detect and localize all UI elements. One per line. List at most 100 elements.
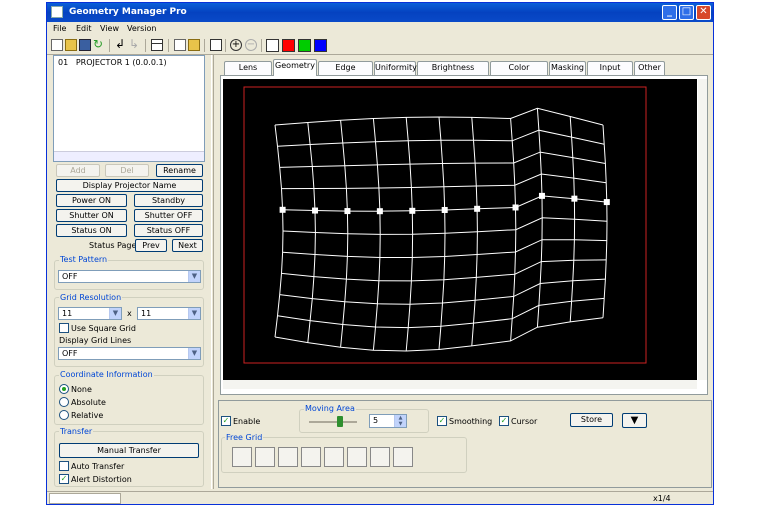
free-grid-right-icon[interactable] — [324, 447, 344, 467]
free-grid-corner-icon[interactable] — [232, 447, 252, 467]
grid-control-point[interactable] — [538, 192, 545, 199]
green-pattern-swatch[interactable] — [298, 39, 311, 52]
screen-icon[interactable] — [210, 39, 222, 51]
grid-control-point[interactable] — [376, 208, 383, 215]
test-pattern-select[interactable]: OFF ▼ — [58, 270, 201, 283]
standby-button[interactable]: Standby — [134, 194, 203, 207]
store-options-arrow-icon[interactable]: ▼ — [622, 413, 647, 428]
canvas-vertical-scrollbar[interactable] — [698, 79, 707, 380]
free-grid-bottom-icon[interactable] — [278, 447, 298, 467]
list-icon[interactable] — [151, 39, 163, 51]
tab-masking[interactable]: Masking — [549, 61, 586, 75]
status-on-button[interactable]: Status ON — [56, 224, 127, 237]
menu-view[interactable]: View — [100, 24, 119, 33]
zoom-out-icon[interactable]: − — [245, 39, 257, 51]
status-off-button[interactable]: Status OFF — [134, 224, 203, 237]
tab-lens-setting[interactable]: Lens Setting — [224, 61, 272, 84]
alert-distortion-checkbox[interactable]: ✓ — [59, 474, 69, 484]
red-pattern-swatch[interactable] — [282, 39, 295, 52]
next-button[interactable]: Next — [172, 239, 203, 252]
close-button[interactable]: ✕ — [696, 5, 711, 20]
splitter[interactable] — [211, 55, 214, 489]
geometry-canvas[interactable] — [223, 79, 697, 380]
prev-button[interactable]: Prev — [135, 239, 167, 252]
redo-icon[interactable]: ↳ — [129, 38, 141, 51]
tab-color-matching[interactable]: Color Matching — [490, 61, 548, 84]
grid-control-point[interactable] — [344, 208, 351, 215]
auto-transfer-label: Auto Transfer — [71, 462, 125, 471]
white-pattern-swatch[interactable] — [266, 39, 279, 52]
geometry-grid[interactable] — [223, 79, 697, 380]
new-page-icon[interactable] — [174, 39, 186, 51]
chevron-down-icon: ▼ — [188, 271, 200, 282]
chevron-down-icon: ▼ — [188, 308, 200, 319]
refresh-icon[interactable]: ↻ — [93, 38, 105, 51]
moving-area-slider-thumb[interactable] — [337, 416, 343, 427]
free-grid-curve-icon[interactable] — [393, 447, 413, 467]
manual-transfer-button[interactable]: Manual Transfer — [59, 443, 199, 458]
tab-edge-blending[interactable]: Edge Blending — [318, 61, 373, 84]
zoom-in-icon[interactable]: + — [230, 39, 242, 51]
menu-version[interactable]: Version — [127, 24, 156, 33]
new-file-icon[interactable] — [51, 39, 63, 51]
shutter-on-button[interactable]: Shutter ON — [56, 209, 127, 222]
grid-cols-select[interactable]: 11 ▼ — [58, 307, 122, 320]
grid-control-point[interactable] — [512, 204, 519, 211]
use-square-grid-checkbox[interactable] — [59, 323, 69, 333]
tab-input-signal[interactable]: Input Signal — [587, 61, 633, 84]
grid-rows-select[interactable]: 11 ▼ — [137, 307, 201, 320]
moving-area-spinner[interactable]: 5 ▲ ▼ — [369, 414, 407, 428]
shutter-off-button[interactable]: Shutter OFF — [134, 209, 203, 222]
grid-control-point[interactable] — [279, 206, 286, 213]
tab-brightness-control[interactable]: Brightness Control — [417, 61, 489, 84]
coord-relative-radio[interactable] — [59, 410, 69, 420]
list-scrollbar[interactable] — [54, 151, 204, 161]
cursor-checkbox[interactable]: ✓ — [499, 416, 509, 426]
free-grid-top-icon[interactable] — [255, 447, 275, 467]
free-grid-shift-icon[interactable] — [370, 447, 390, 467]
canvas-horizontal-scrollbar[interactable] — [223, 380, 697, 389]
open-folder-icon[interactable] — [65, 39, 77, 51]
auto-transfer-checkbox[interactable] — [59, 461, 69, 471]
smoothing-checkbox[interactable]: ✓ — [437, 416, 447, 426]
menu-file[interactable]: File — [53, 24, 66, 33]
grid-control-point[interactable] — [441, 206, 448, 213]
import-icon[interactable] — [188, 39, 200, 51]
spinner-arrows-icon[interactable]: ▲ ▼ — [394, 415, 406, 427]
rename-button[interactable]: Rename — [156, 164, 203, 177]
display-projector-name-button[interactable]: Display Projector Name — [56, 179, 203, 192]
blue-pattern-swatch[interactable] — [314, 39, 327, 52]
tab-uniformity[interactable]: Uniformity — [374, 61, 417, 75]
tab-geometry[interactable]: Geometry — [273, 59, 317, 76]
coord-relative-label: Relative — [71, 411, 104, 420]
save-icon[interactable] — [79, 39, 91, 51]
store-button[interactable]: Store — [570, 413, 613, 427]
free-grid-left-icon[interactable] — [301, 447, 321, 467]
coord-none-radio[interactable] — [59, 384, 69, 394]
menu-edit[interactable]: Edit — [76, 24, 92, 33]
projector-list[interactable]: 01 PROJECTOR 1 (0.0.0.1) — [53, 55, 205, 162]
maximize-button[interactable]: □ — [679, 5, 694, 20]
grid-control-point[interactable] — [409, 207, 416, 214]
display-grid-lines-select[interactable]: OFF ▼ — [58, 347, 201, 360]
use-square-grid-label: Use Square Grid — [71, 324, 136, 333]
grid-control-point[interactable] — [474, 205, 481, 212]
coord-absolute-radio[interactable] — [59, 397, 69, 407]
add-button[interactable]: Add — [56, 164, 100, 177]
grid-x-label: x — [127, 309, 132, 318]
minimize-button[interactable]: _ — [662, 5, 677, 20]
free-grid-center-icon[interactable] — [347, 447, 367, 467]
tab-other[interactable]: Other — [634, 61, 665, 75]
grid-control-point[interactable] — [603, 199, 610, 206]
status-progress-field — [49, 493, 121, 504]
grid-control-point[interactable] — [571, 195, 578, 202]
projector-list-item[interactable]: 01 PROJECTOR 1 (0.0.0.1) — [58, 58, 167, 67]
status-bar: x1/4 — [47, 491, 713, 505]
power-on-button[interactable]: Power ON — [56, 194, 127, 207]
grid-control-point[interactable] — [312, 207, 319, 214]
undo-icon[interactable]: ↲ — [115, 38, 127, 51]
alert-distortion-label: Alert Distortion — [71, 475, 132, 484]
enable-checkbox[interactable]: ✓ — [221, 416, 231, 426]
grid-column-line — [274, 124, 284, 338]
del-button[interactable]: Del — [105, 164, 149, 177]
